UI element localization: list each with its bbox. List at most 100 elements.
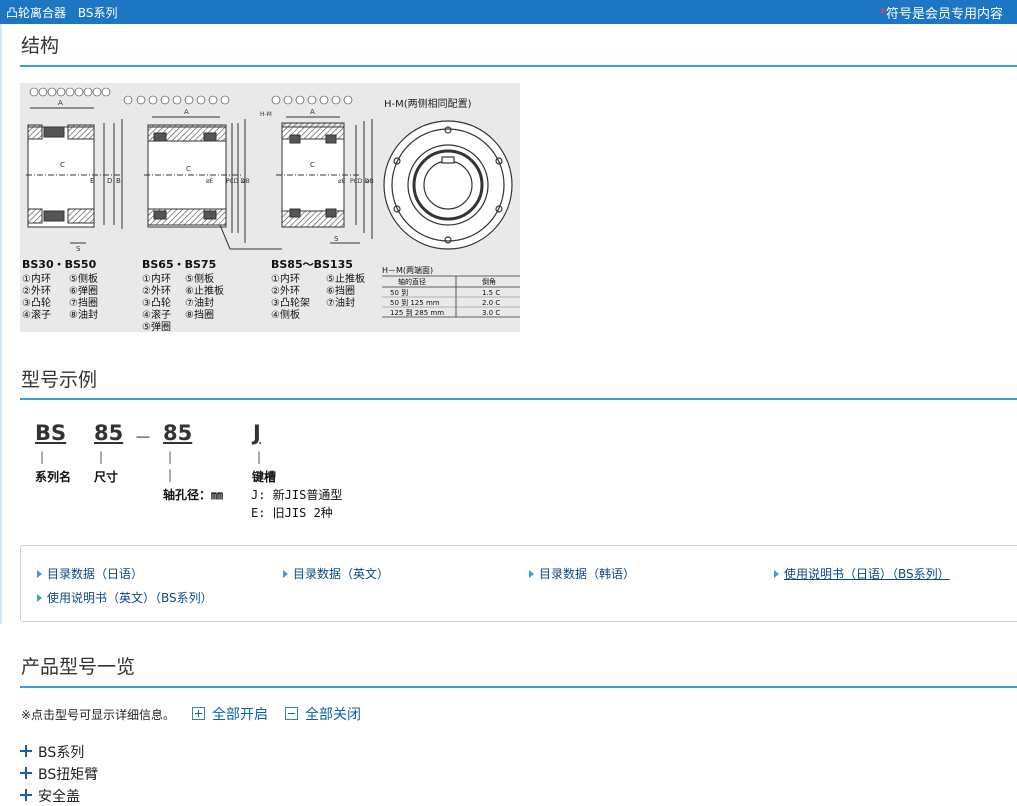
tick-bore: |: [168, 450, 173, 464]
tick-size: |: [99, 450, 104, 464]
hm-table-row3-diameter: 125 到 285 mm: [390, 309, 444, 317]
download-links-box: 目录数据（日语） 目录数据（英文） 目录数据（韩语） 使用说明书（日语）（BS系…: [20, 545, 1017, 622]
hm-table-header-chamfer: 倒角: [482, 277, 496, 286]
model-code-key: J: [253, 421, 261, 445]
expand-icon: [192, 707, 205, 720]
section-rule: [20, 398, 1017, 400]
dim-label-s3: S: [334, 235, 339, 243]
arrow-right-icon: [37, 570, 42, 578]
arrow-right-icon: [283, 570, 288, 578]
list-item-bs-series[interactable]: BS系列: [20, 742, 84, 762]
link-catalog-japanese[interactable]: 目录数据（日语）: [37, 565, 143, 582]
section-rule: [20, 686, 1017, 688]
label-keyway: 键槽: [252, 470, 277, 484]
g3-part-3: ③凸轮架: [271, 296, 310, 309]
section-drawing-bs30: [26, 87, 123, 244]
close-all-button[interactable]: 全部关闭: [285, 704, 361, 724]
g2-part-8: ⑧挡圈: [185, 308, 214, 321]
hm-table-row2-diameter: 50 到 125 mm: [390, 299, 440, 307]
breadcrumb-item-series: BS系列: [77, 6, 118, 20]
g3-part-5: ⑤止推板: [326, 272, 365, 285]
left-border: [0, 24, 2, 624]
front-view-hm: [383, 120, 513, 250]
list-item-safety-cover[interactable]: 安全盖: [20, 786, 80, 806]
list-hint: ※点击型号可显示详细信息。: [21, 708, 176, 722]
g2-part-3: ③凸轮: [142, 296, 171, 309]
g3-part-4: ④侧板: [271, 308, 300, 321]
g1-part-5: ⑤侧板: [69, 272, 98, 285]
label-series-name: 系列名: [35, 470, 72, 484]
g2-part-5: ⑤侧板: [185, 272, 214, 285]
hm-title: H-M(两侧相同配置): [384, 97, 472, 110]
link-manual-english[interactable]: 使用说明书（英文）（BS系列）: [37, 589, 213, 606]
dim-label-c2: C: [186, 165, 191, 173]
dim-label-a: A: [58, 99, 63, 107]
link-catalog-korean[interactable]: 目录数据（韩语）: [529, 565, 635, 582]
hm-table-row3-chamfer: 3.0 C: [482, 309, 500, 317]
hm-table-row1-diameter: 50 到: [390, 289, 408, 297]
dim-label-c: C: [60, 161, 65, 169]
g3-part-7: ⑦油封: [326, 296, 355, 309]
g2-part-6: ⑥止推板: [185, 284, 224, 297]
g3-part-2: ②外环: [271, 285, 300, 297]
g3-part-6: ⑥挡圈: [326, 284, 355, 297]
link-manual-japanese[interactable]: 使用说明书（日语）（BS系列）: [774, 565, 950, 582]
keyway-option-e: E: 旧JIS 2种: [251, 506, 333, 520]
member-note: *符号是会员专用内容: [879, 3, 1003, 22]
link-catalog-english[interactable]: 目录数据（英文）: [283, 565, 389, 582]
section-title-structure: 结构: [21, 35, 60, 57]
model-code-bore: 85: [163, 421, 193, 445]
group1-title: BS30・BS50: [22, 258, 97, 271]
hm-table-row2-chamfer: 2.0 C: [482, 299, 500, 307]
hm-table-row1-chamfer: 1.5 C: [482, 289, 500, 297]
model-code-series: BS: [35, 421, 67, 445]
g3-part-1: ①内环: [271, 272, 300, 285]
g2-part-4: ④滚子: [142, 308, 171, 321]
g1-part-6: ⑥弹圈: [69, 284, 98, 297]
tick-series: |: [40, 450, 45, 464]
g2-part-9: ⑤弹圈: [142, 320, 171, 332]
dim-label-phie3: øE: [338, 178, 346, 185]
section-title-product-list: 产品型号一览: [21, 656, 136, 678]
top-bar: 凸轮离合器 BS系列 *符号是会员专用内容: [0, 0, 1017, 24]
plus-icon: [20, 745, 32, 757]
g2-part-2: ②外环: [142, 285, 171, 297]
collapse-icon: [285, 707, 298, 720]
breadcrumb-item-category[interactable]: 凸轮离合器: [6, 6, 66, 20]
g1-part-1: ①内环: [22, 272, 51, 285]
label-bore: 轴孔径：㎜: [163, 488, 224, 502]
group2-title: BS65・BS75: [142, 258, 216, 271]
g1-part-7: ⑦挡圈: [69, 296, 98, 309]
structure-diagram: A C E D B S A C øE PCD D øB H-M A C øE P…: [20, 83, 520, 333]
dim-label-hm: H-M: [260, 111, 272, 118]
section-drawing-bs85: [271, 95, 373, 244]
breadcrumb: 凸轮离合器 BS系列: [6, 4, 125, 21]
dim-label-a3: A: [310, 108, 315, 116]
dim-label-d: D: [107, 177, 112, 185]
dim-label-phib3: øB: [366, 178, 374, 185]
g2-part-7: ⑦油封: [185, 296, 214, 309]
model-code-dash: －: [134, 428, 152, 449]
arrow-right-icon: [37, 594, 42, 602]
hm-table: H－M(两端面) 轴的直径 倒角 50 到 1.5 C 50 到 125 mm …: [382, 265, 520, 318]
g1-part-8: ⑧油封: [69, 308, 98, 321]
section-drawing-bs65: [123, 95, 282, 250]
tick-bore-2: |: [168, 468, 173, 482]
dim-label-c3: C: [310, 161, 315, 169]
dim-label-s: S: [76, 245, 81, 253]
g1-part-2: ②外环: [22, 285, 51, 297]
group3-title: BS85～BS135: [271, 258, 353, 271]
dim-label-b: B: [116, 177, 121, 185]
plus-icon: [20, 789, 32, 801]
list-item-bs-torque-arm[interactable]: BS扭矩臂: [20, 764, 98, 784]
dim-label-e: E: [90, 177, 94, 185]
dim-label-phie: øE: [206, 178, 214, 185]
open-all-button[interactable]: 全部开启: [192, 704, 268, 724]
tick-key: |: [257, 450, 262, 464]
dim-label-phib: øB: [242, 178, 250, 185]
g2-part-1: ①内环: [142, 272, 171, 285]
g1-part-4: ④滚子: [22, 308, 51, 321]
label-size: 尺寸: [94, 470, 119, 484]
plus-icon: [20, 767, 32, 779]
keyway-option-j: J: 新JIS普通型: [251, 488, 343, 502]
